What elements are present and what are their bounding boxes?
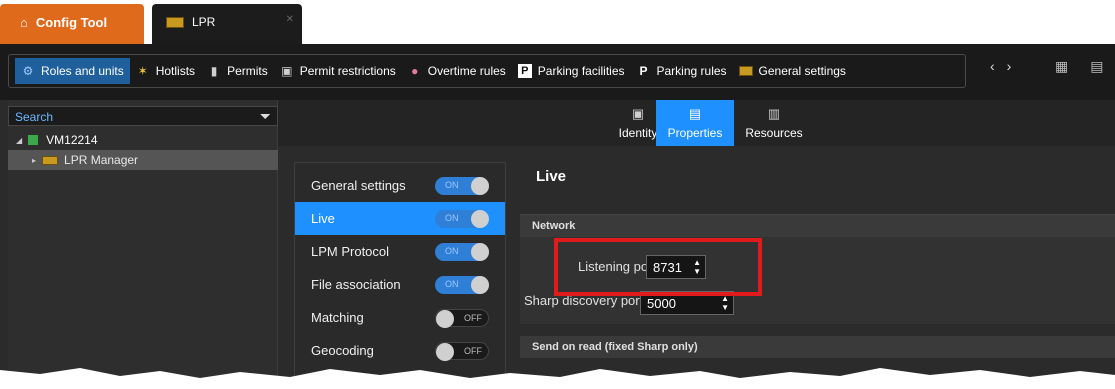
toolbar-tasks: ⚙ Roles and units ✶ Hotlists ▮ Permits ▣… [8, 54, 966, 88]
network-header: Network [520, 215, 1115, 237]
roles-icon: ⚙ [22, 64, 34, 78]
entity-tree: ◢ VM12214 ▸ LPR Manager [8, 130, 278, 170]
settings-item-lpm-protocol[interactable]: LPM Protocol ON [295, 235, 505, 268]
live-toggle[interactable]: ON [435, 210, 489, 228]
entity-tree-panel: Search ⏷ ◢ VM12214 ▸ LPR Manager [8, 100, 278, 389]
tab-resources[interactable]: ▥ Resources [736, 100, 812, 146]
tree-node-label: LPR Manager [64, 153, 139, 167]
tab-config-tool-label: Config Tool [35, 15, 108, 30]
file-association-toggle[interactable]: ON [435, 276, 489, 294]
highlight-annotation [554, 238, 762, 296]
settings-list: General settings ON Live ON LPM Protocol… [294, 162, 506, 389]
tree-node-label: VM12214 [46, 133, 98, 147]
toolbar-label: General settings [758, 64, 846, 78]
lpr-icon [42, 155, 59, 165]
overtime-icon: ● [411, 64, 419, 78]
settings-item-live[interactable]: Live ON [295, 202, 505, 235]
toolbar-roles-and-units[interactable]: ⚙ Roles and units [15, 58, 130, 84]
toolbar-label: Roles and units [41, 64, 124, 78]
toolbar-label: Hotlists [155, 64, 196, 78]
toolbar-label: Overtime rules [427, 64, 506, 78]
toggle-state-label: ON [445, 279, 459, 289]
toggle-state-label: OFF [464, 313, 482, 323]
torn-edge [0, 368, 1115, 389]
server-icon [28, 135, 39, 145]
toolbar-navigation: ‹ › [990, 58, 1011, 74]
toolbar-overtime-rules[interactable]: ● Overtime rules [402, 58, 512, 84]
tab-config-tool[interactable]: ⌂ Config Tool [0, 4, 144, 44]
settings-item-label: File association [311, 277, 401, 292]
collapse-arrow-icon[interactable]: ◢ [16, 136, 22, 145]
settings-item-general-settings[interactable]: General settings ON [295, 169, 505, 202]
toggle-state-label: ON [445, 180, 459, 190]
lpr-settings-icon [738, 66, 753, 76]
chevron-left-icon[interactable]: ‹ [990, 58, 995, 74]
parking-rule-icon: P [639, 64, 648, 78]
lpm-protocol-toggle[interactable]: ON [435, 243, 489, 261]
sharp-discovery-port-value: 5000 [647, 295, 676, 311]
toggle-knob [436, 310, 454, 328]
search-input[interactable]: Search ⏷ [8, 106, 278, 126]
toolbar-parking-rules[interactable]: P Parking rules [631, 58, 733, 84]
config-tool-window: ⌂ Config Tool LPR ✕ ⚙ Roles and units ✶ … [0, 0, 1115, 389]
toggle-state-label: ON [445, 213, 459, 223]
search-placeholder: Search [15, 110, 54, 124]
tab-label: Identity [618, 126, 658, 140]
toolbar-general-settings[interactable]: General settings [733, 58, 852, 84]
toolbar-hotlists[interactable]: ✶ Hotlists [130, 58, 201, 84]
identity-icon: ▣ [631, 106, 645, 121]
toolbar-label: Parking facilities [537, 64, 625, 78]
permit-restriction-icon: ▣ [281, 64, 293, 78]
tab-properties[interactable]: ▤ Properties [656, 100, 734, 146]
toolbar-label: Permit restrictions [299, 64, 396, 78]
page-title: Live [536, 168, 567, 185]
tab-lpr[interactable]: LPR ✕ [152, 4, 302, 44]
parking-facility-icon: P [517, 64, 532, 78]
tree-node-lpr-manager[interactable]: ▸ LPR Manager [8, 150, 278, 170]
toggle-knob [471, 276, 489, 294]
resources-icon: ▥ [767, 106, 781, 121]
toggle-state-label: OFF [464, 346, 482, 356]
settings-item-label: General settings [311, 178, 406, 193]
toggle-knob [471, 210, 489, 228]
toolbar: ⚙ Roles and units ✶ Hotlists ▮ Permits ▣… [0, 44, 1115, 100]
filter-icon[interactable]: ⏷ [260, 108, 271, 125]
general-settings-toggle[interactable]: ON [435, 177, 489, 195]
toolbar-label: Permits [227, 64, 268, 78]
chevron-right-icon[interactable]: › [1007, 58, 1012, 74]
hotlist-icon: ✶ [137, 64, 148, 78]
toolbar-label: Parking rules [656, 64, 727, 78]
tree-node-server[interactable]: ◢ VM12214 [8, 130, 278, 150]
settings-item-label: LPM Protocol [311, 244, 390, 259]
lpr-module-icon[interactable]: ▤ [1090, 58, 1103, 75]
toolbar-permit-restrictions[interactable]: ▣ Permit restrictions [274, 58, 402, 84]
app-tab-strip: ⌂ Config Tool LPR ✕ [0, 0, 1115, 44]
expand-arrow-icon[interactable]: ▸ [32, 156, 36, 165]
settings-item-label: Matching [311, 310, 364, 325]
toolbar-permits[interactable]: ▮ Permits [201, 58, 274, 84]
toggle-state-label: ON [445, 246, 459, 256]
home-icon: ⌂ [20, 15, 28, 30]
tab-label: Properties [667, 126, 723, 140]
settings-item-label: Live [311, 211, 335, 226]
spin-arrows-icon[interactable]: ▲ ▼ [721, 294, 729, 312]
properties-icon: ▤ [688, 106, 702, 121]
camera-icon[interactable]: ▦ [1055, 58, 1068, 75]
permit-icon: ▮ [210, 64, 218, 78]
toggle-knob [471, 243, 489, 261]
settings-item-matching[interactable]: Matching OFF [295, 301, 505, 334]
tab-lpr-label: LPR [192, 15, 216, 29]
matching-toggle[interactable]: OFF [435, 309, 489, 328]
toolbar-right-icons: ▦ ▤ [1055, 58, 1103, 75]
send-on-read-header: Send on read (fixed Sharp only) [520, 336, 1115, 358]
close-tab-icon[interactable]: ✕ [286, 14, 294, 25]
tab-label: Resources [745, 126, 803, 140]
settings-item-file-association[interactable]: File association ON [295, 268, 505, 301]
toolbar-parking-facilities[interactable]: P Parking facilities [512, 58, 631, 84]
page-tabs: ▣ Identity ▤ Properties ▥ Resources [278, 100, 1115, 146]
toggle-knob [471, 177, 489, 195]
lpr-icon [166, 17, 184, 28]
